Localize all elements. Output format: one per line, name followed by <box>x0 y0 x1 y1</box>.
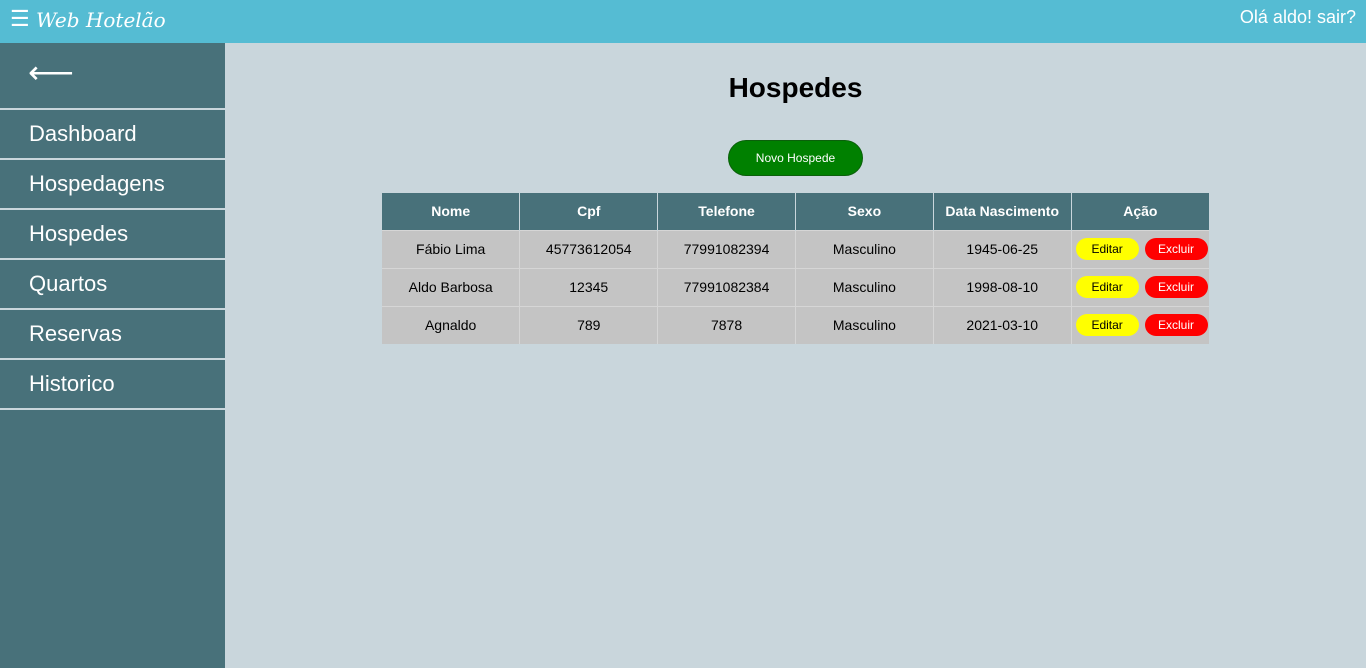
column-header-nome: Nome <box>382 193 521 230</box>
cell-data-nascimento: 1998-08-10 <box>933 267 1072 306</box>
cell-acao: Editar Excluir <box>1071 267 1209 306</box>
cell-sexo: Masculino <box>795 229 934 268</box>
edit-button[interactable]: Editar <box>1075 238 1139 260</box>
cell-nome: Agnaldo <box>382 305 521 344</box>
cell-telefone: 77991082384 <box>657 267 796 306</box>
sidebar-item-reservas[interactable]: Reservas <box>0 310 225 360</box>
cell-cpf: 12345 <box>519 267 659 306</box>
table-row: Fábio Lima 45773612054 77991082394 Mascu… <box>382 229 1209 268</box>
logout-link[interactable]: sair? <box>1317 7 1356 27</box>
table-header-row: Nome Cpf Telefone Sexo Data Nascimento A… <box>382 193 1209 230</box>
column-header-telefone: Telefone <box>657 193 796 230</box>
sidebar-item-historico[interactable]: Historico <box>0 360 225 410</box>
cell-sexo: Masculino <box>795 267 934 306</box>
sidebar-item-quartos[interactable]: Quartos <box>0 260 225 310</box>
sidebar: ⟵ Dashboard Hospedagens Hospedes Quartos… <box>0 43 225 668</box>
cell-cpf: 789 <box>519 305 659 344</box>
back-arrow-icon[interactable]: ⟵ <box>28 55 74 89</box>
column-header-data-nascimento: Data Nascimento <box>933 193 1072 230</box>
cell-acao: Editar Excluir <box>1071 229 1209 268</box>
brand-logo: Web Hotelão <box>36 8 166 32</box>
edit-button[interactable]: Editar <box>1075 276 1139 298</box>
cell-acao: Editar Excluir <box>1071 305 1209 344</box>
cell-sexo: Masculino <box>795 305 934 344</box>
page-title: Hospedes <box>728 72 863 103</box>
sidebar-back-row: ⟵ <box>0 43 225 110</box>
top-bar: ☰ Web Hotelão Olá aldo! sair? <box>0 0 1366 43</box>
cell-telefone: 7878 <box>657 305 796 344</box>
edit-button[interactable]: Editar <box>1075 314 1139 337</box>
table-row: Agnaldo 789 7878 Masculino 2021-03-10 Ed… <box>382 305 1209 344</box>
cell-nome: Fábio Lima <box>382 229 521 268</box>
column-header-cpf: Cpf <box>519 193 659 230</box>
greeting-text: Olá aldo! <box>1239 7 1312 27</box>
main-content: Hospedes Novo Hospede Nome Cpf Telefone … <box>225 43 1366 668</box>
sidebar-item-dashboard[interactable]: Dashboard <box>0 110 225 160</box>
cell-data-nascimento: 2021-03-10 <box>933 305 1072 344</box>
hamburger-menu-icon[interactable]: ☰ <box>10 7 30 31</box>
delete-button[interactable]: Excluir <box>1144 238 1208 260</box>
cell-data-nascimento: 1945-06-25 <box>933 229 1072 268</box>
sidebar-item-hospedagens[interactable]: Hospedagens <box>0 160 225 210</box>
column-header-sexo: Sexo <box>795 193 934 230</box>
cell-telefone: 77991082394 <box>657 229 796 268</box>
new-guest-button[interactable]: Novo Hospede <box>728 140 863 176</box>
guests-table-container: Nome Cpf Telefone Sexo Data Nascimento A… <box>382 193 1209 344</box>
delete-button[interactable]: Excluir <box>1144 276 1208 298</box>
cell-cpf: 45773612054 <box>519 229 659 268</box>
user-greeting: Olá aldo! sair? <box>1240 6 1356 28</box>
guests-table: Nome Cpf Telefone Sexo Data Nascimento A… <box>382 193 1209 344</box>
sidebar-item-hospedes[interactable]: Hospedes <box>0 210 225 260</box>
delete-button[interactable]: Excluir <box>1144 314 1208 337</box>
column-header-acao: Ação <box>1071 193 1209 230</box>
table-row: Aldo Barbosa 12345 77991082384 Masculino… <box>382 267 1209 306</box>
cell-nome: Aldo Barbosa <box>382 267 521 306</box>
